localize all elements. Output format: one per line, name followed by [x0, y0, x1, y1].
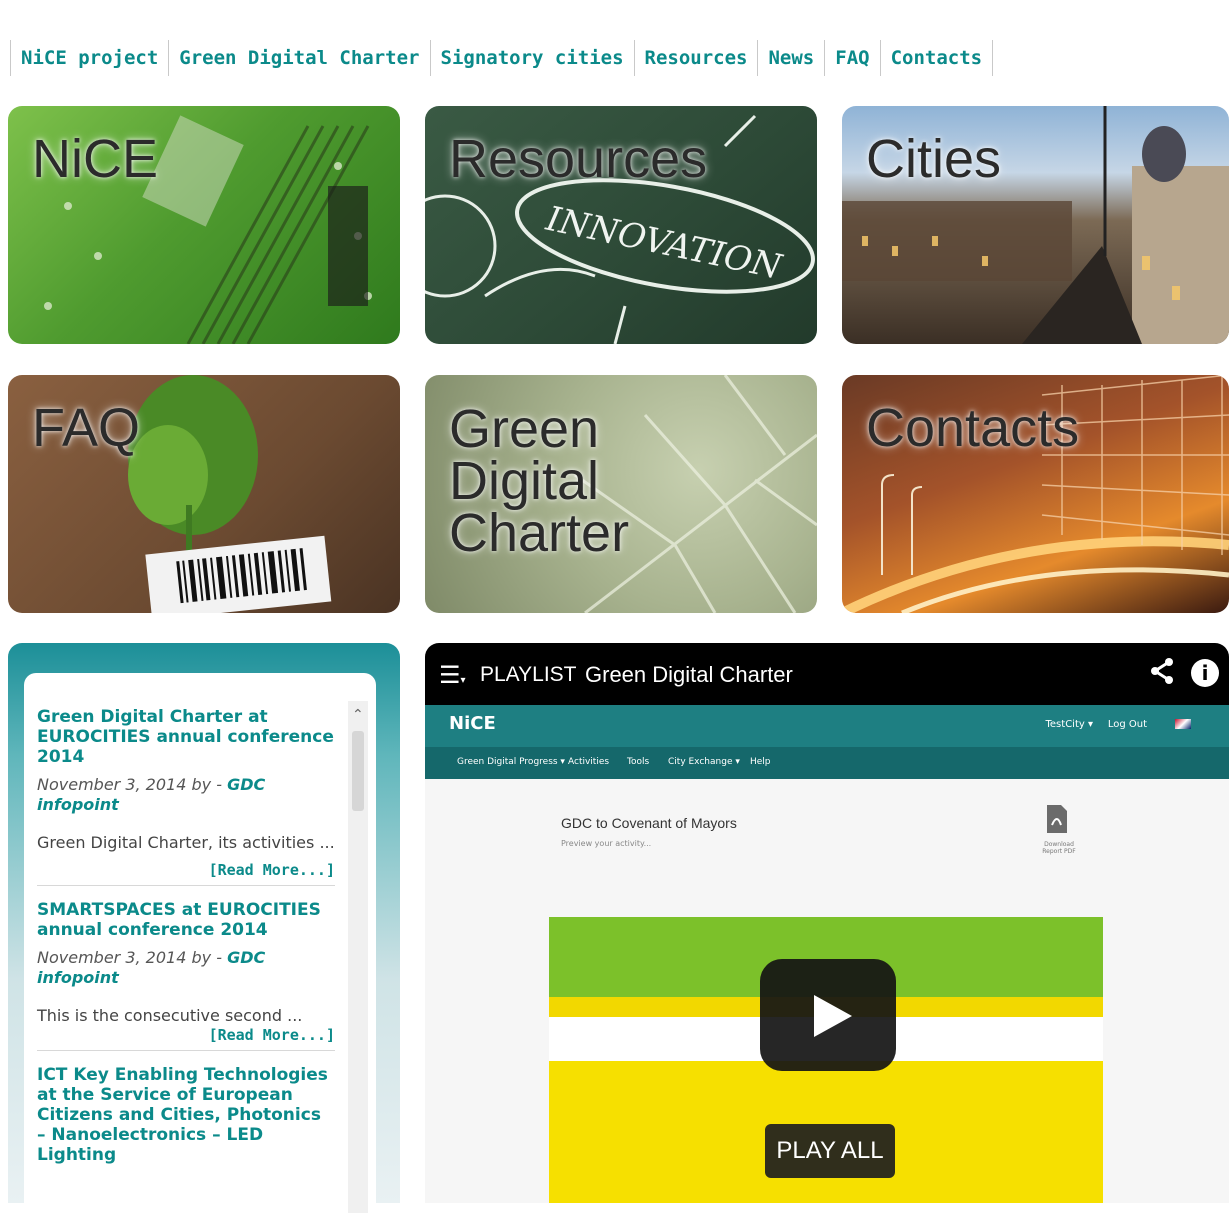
- news-title-link[interactable]: SMARTSPACES at EUROCITIES annual confere…: [37, 900, 335, 940]
- news-item: Green Digital Charter at EUROCITIES annu…: [37, 707, 335, 886]
- news-date: November 3, 2014 by -: [37, 948, 222, 967]
- playlist-label[interactable]: PLAYLIST: [480, 663, 577, 687]
- play-button[interactable]: [760, 959, 896, 1071]
- news-item: ICT Key Enabling Technologies at the Ser…: [37, 1065, 335, 1171]
- tile-nice-label: NiCE: [32, 129, 159, 189]
- news-title-link[interactable]: ICT Key Enabling Technologies at the Ser…: [37, 1065, 335, 1165]
- news-title-link[interactable]: Green Digital Charter at EUROCITIES annu…: [37, 707, 335, 767]
- tile-green-digital-charter[interactable]: Green Digital Charter: [425, 375, 817, 613]
- embedded-logout: Log Out: [1107, 719, 1147, 730]
- tile-resources-label: Resources: [449, 129, 708, 189]
- news-meta: November 3, 2014 by - GDC infopoint: [37, 948, 335, 988]
- news-meta: November 3, 2014 by - GDC infopoint: [37, 775, 335, 815]
- nav-news[interactable]: News: [757, 40, 824, 76]
- tile-contacts[interactable]: Contacts: [842, 375, 1229, 613]
- main-nav: NiCE project Green Digital Charter Signa…: [10, 40, 994, 76]
- scroll-thumb[interactable]: [352, 731, 364, 811]
- embedded-menu: Green Digital Progress ▾ Activities Tool…: [425, 747, 1229, 779]
- tile-cities[interactable]: Cities: [842, 106, 1229, 344]
- news-scrollbar[interactable]: ⌃: [348, 701, 368, 1213]
- pdf-download-label: Download Report PDF: [1042, 841, 1076, 855]
- svg-text:INNOVATION: INNOVATION: [542, 199, 786, 288]
- scroll-up-icon[interactable]: ⌃: [352, 707, 364, 723]
- news-item: SMARTSPACES at EUROCITIES annual confere…: [37, 900, 335, 1051]
- play-all-button[interactable]: PLAY ALL: [765, 1124, 895, 1178]
- embedded-heading: GDC to Covenant of Mayors: [561, 815, 737, 831]
- embedded-menu-item: Activities: [568, 757, 610, 767]
- nav-faq[interactable]: FAQ: [824, 40, 879, 76]
- tile-nice[interactable]: NiCE: [8, 106, 400, 344]
- video-title[interactable]: Green Digital Charter: [585, 662, 793, 688]
- read-more-link[interactable]: [Read More...]: [37, 1026, 335, 1044]
- embedded-logo: NiCE: [449, 713, 496, 734]
- tile-faq[interactable]: FAQ: [8, 375, 400, 613]
- embedded-menu-item: City Exchange ▾: [668, 757, 740, 767]
- info-icon[interactable]: i: [1191, 659, 1219, 687]
- play-icon: [814, 995, 852, 1037]
- embedded-user-menu: TestCity ▾: [1045, 719, 1094, 730]
- nav-green-digital-charter[interactable]: Green Digital Charter: [168, 40, 429, 76]
- embedded-page-body: GDC to Covenant of Mayors Preview your a…: [425, 779, 1229, 1203]
- nav-contacts[interactable]: Contacts: [879, 40, 994, 76]
- share-icon[interactable]: [1149, 657, 1175, 692]
- read-more-link[interactable]: [Read More...]: [37, 861, 335, 879]
- tile-contacts-label: Contacts: [866, 398, 1080, 458]
- news-date: November 3, 2014 by -: [37, 775, 222, 794]
- tile-resources[interactable]: INNOVATION Resources: [425, 106, 817, 344]
- tile-cities-label: Cities: [866, 129, 1002, 189]
- nav-signatory-cities[interactable]: Signatory cities: [429, 40, 634, 76]
- tile-faq-label: FAQ: [32, 398, 141, 458]
- tile-gdc-label: Green Digital Charter: [449, 399, 630, 563]
- video-player[interactable]: ☰▾ PLAYLIST Green Digital Charter i NiCE…: [425, 643, 1229, 1203]
- embedded-subheading: Preview your activity...: [561, 839, 652, 848]
- news-panel: ⌃ Green Digital Charter at EUROCITIES an…: [24, 673, 376, 1213]
- news-widget: ⌃ Green Digital Charter at EUROCITIES an…: [8, 643, 400, 1213]
- embedded-app-header: NiCE TestCity ▾ Log Out: [425, 705, 1229, 747]
- pdf-icon: [1047, 805, 1067, 840]
- nav-nice-project[interactable]: NiCE project: [10, 40, 168, 76]
- nav-resources[interactable]: Resources: [633, 40, 758, 76]
- news-list: Green Digital Charter at EUROCITIES annu…: [37, 707, 335, 1185]
- embedded-menu-item: Tools: [627, 757, 650, 767]
- uk-flag-icon: [1175, 719, 1191, 729]
- embedded-menu-item: Green Digital Progress ▾: [457, 757, 565, 767]
- news-excerpt: This is the consecutive second ...: [37, 1006, 303, 1025]
- news-excerpt: Green Digital Charter, its activities ..…: [37, 833, 335, 852]
- embedded-menu-item: Help: [750, 757, 771, 767]
- video-top-bar: ☰▾ PLAYLIST Green Digital Charter i: [425, 643, 1229, 705]
- playlist-icon[interactable]: ☰▾: [439, 661, 466, 689]
